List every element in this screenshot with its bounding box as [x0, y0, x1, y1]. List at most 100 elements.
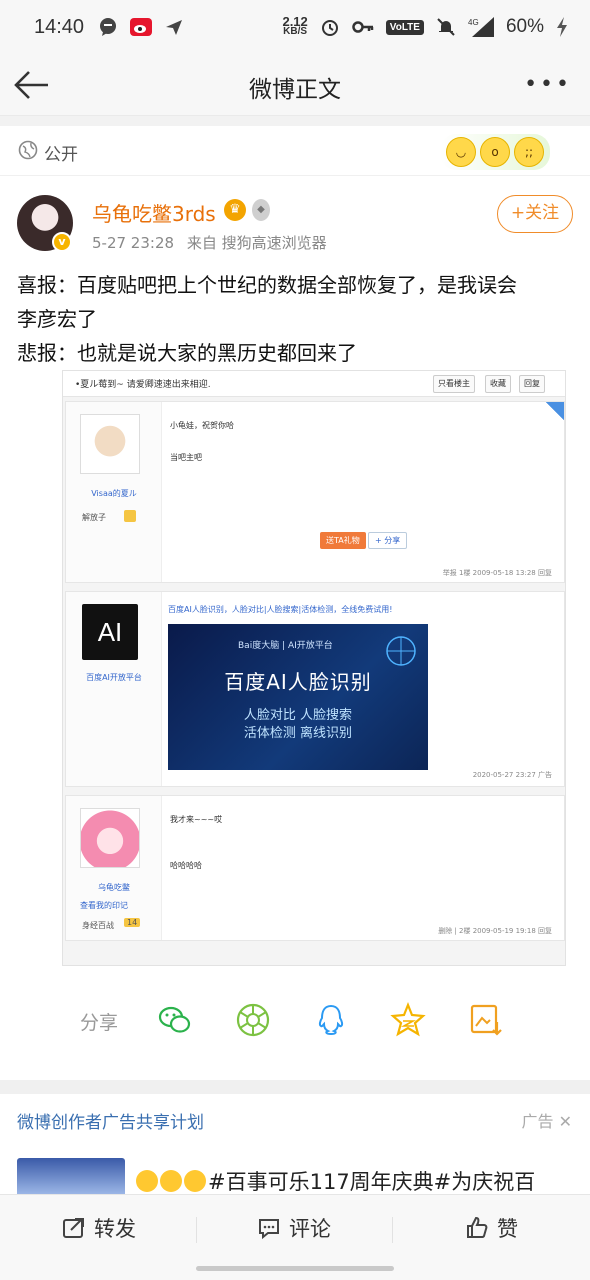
- follow-button[interactable]: +关注: [497, 195, 573, 233]
- author-name[interactable]: 乌龟吃鳖3rds: [92, 198, 216, 227]
- embed-user-rank: 身经百战: [82, 921, 114, 930]
- embed-ad-logo: Bai度大脑 | AI开放平台: [238, 641, 333, 651]
- net-speed: 2.12 KB/S: [282, 14, 308, 37]
- embed-post-text: 哈哈哈哈: [170, 861, 202, 870]
- embed-user-panel: AI 百度AI开放平台: [66, 592, 162, 786]
- embed-ad-banner: Bai度大脑 | AI开放平台 百度AI人脸识别 人脸对比 人脸搜索 活体检测 …: [168, 624, 428, 770]
- save-image-icon[interactable]: [468, 1002, 504, 1038]
- embed-thread-title: •夏ル莓到~ 请爱卿速速出来相迎.: [75, 380, 211, 390]
- embed-user-avatar: [80, 414, 140, 474]
- repost-button[interactable]: 转发: [62, 1213, 136, 1243]
- embed-gift-button: 送TA礼物: [320, 532, 366, 549]
- embed-floor-1: Visaa的夏ル 解放子 小龟娃，祝贺你哈 当吧主吧 送TA礼物 + 分享 举报…: [65, 401, 565, 583]
- signal-icon: 4G: [468, 17, 494, 37]
- verified-badge-icon: v: [52, 232, 72, 252]
- embed-post-text: 小龟娃，祝贺你哈: [170, 421, 234, 430]
- status-bar: 14:40 2.12 KB/S VoLTE 4G 60%: [0, 0, 590, 54]
- weibo-icon: [130, 18, 153, 36]
- embed-username: 百度AI开放平台: [86, 673, 142, 682]
- emoji-decoration: ◡ o ;;: [440, 134, 550, 170]
- embed-favorite-button: 收藏: [485, 375, 511, 393]
- share-row: 分享: [0, 990, 590, 1054]
- ad-tag-label: 广告: [521, 1112, 554, 1131]
- chat-bubble-icon: [100, 18, 117, 36]
- embed-only-op-button: 只看楼主: [433, 375, 475, 393]
- like-label: 赞: [497, 1217, 518, 1241]
- battery-level: 60%: [505, 16, 544, 37]
- comment-button[interactable]: 评论: [257, 1213, 331, 1243]
- page-title: 微博正文: [249, 77, 341, 103]
- ad-text[interactable]: #百事可乐117周年庆典#为庆祝百: [136, 1166, 535, 1196]
- ad-header: 微博创作者广告共享计划 广告 ✕: [0, 1094, 590, 1144]
- embed-user-rank: 解放子: [82, 513, 106, 522]
- home-indicator[interactable]: [196, 1266, 394, 1271]
- like-button[interactable]: 赞: [465, 1213, 518, 1243]
- close-icon[interactable]: ✕: [559, 1112, 572, 1131]
- embed-share-button: + 分享: [368, 532, 408, 549]
- embed-ad-subline: 活体检测 离线识别: [243, 726, 353, 741]
- alarm-icon: [321, 20, 338, 36]
- embed-user-panel: Visaa的夏ル 解放子: [66, 402, 162, 582]
- embed-username: Visaa的夏ル: [91, 489, 137, 498]
- wechat-icon[interactable]: [157, 1002, 193, 1038]
- visibility-label: 公开: [44, 145, 78, 165]
- comment-label: 评论: [289, 1217, 331, 1241]
- shocked-emoji-icon: [136, 1170, 158, 1192]
- embed-rank-icon: [124, 510, 136, 522]
- divider: [196, 1217, 197, 1243]
- visibility-row: 公开 ◡ o ;;: [0, 126, 590, 176]
- qq-icon[interactable]: [313, 1002, 349, 1038]
- ai-logo-icon: AI: [82, 604, 138, 660]
- notification-icons: [98, 17, 184, 37]
- shocked-emoji-icon: [184, 1170, 206, 1192]
- embed-user-level: 14: [124, 918, 141, 927]
- embed-user-note: 查看我的印记: [80, 901, 128, 910]
- shocked-emoji-icon: [160, 1170, 182, 1192]
- post-meta: 5-27 23:28 来自 搜狗高速浏览器: [92, 232, 335, 253]
- medal-icon: ◆: [252, 199, 270, 221]
- repost-icon: [63, 1218, 84, 1238]
- moments-icon[interactable]: [235, 1002, 271, 1038]
- embed-post-footer: 举报 1楼 2009-05-18 13:28 回复: [442, 569, 552, 577]
- post-image[interactable]: •夏ル莓到~ 请爱卿速速出来相迎. 只看楼主 收藏 回复 Visaa的夏ル 解放…: [62, 370, 566, 966]
- ad-text-content: #百事可乐117周年庆典#为庆祝百: [208, 1170, 536, 1194]
- embed-post-text: 我才来~~~哎: [170, 815, 223, 824]
- more-options-icon[interactable]: •••: [524, 72, 572, 97]
- comment-icon: [259, 1219, 279, 1240]
- nav-bar: 微博正文 •••: [0, 54, 590, 116]
- ad-thumbnail[interactable]: [17, 1158, 125, 1194]
- qzone-star-icon[interactable]: [390, 1002, 426, 1038]
- divider: [0, 116, 590, 126]
- post-source: 来自 搜狗高速浏览器: [186, 234, 327, 252]
- send-icon: [166, 20, 183, 35]
- embed-ad-title: 百度AI人脸识别: [224, 670, 372, 694]
- thumbs-up-icon: [467, 1216, 488, 1238]
- globe-graphic-icon: [386, 636, 416, 666]
- embed-post-text: 当吧主吧: [170, 453, 202, 462]
- status-time: 14:40: [34, 15, 85, 38]
- post-text: 喜报：百度贴吧把上个世纪的数据全部恢复了，是我误会 李彦宏了 悲报：也就是说大家…: [17, 268, 577, 370]
- embed-floor-2: 乌龟吃鳖 查看我的印记 身经百战 14 我才来~~~哎 哈哈哈哈 删除 | 2楼…: [65, 795, 565, 941]
- embed-reply-button: 回复: [519, 375, 545, 393]
- post-text-line: 李彦宏了: [17, 307, 97, 331]
- surprised-emoji-icon: o: [480, 137, 510, 167]
- embed-ad-headline: 百度AI人脸识别，人脸对比|人脸搜索|活体检测，全线免费试用!: [168, 605, 393, 614]
- crown-icon: ♛: [224, 199, 246, 221]
- smile-emoji-icon: ◡: [446, 137, 476, 167]
- post-text-line: 喜报：百度贴吧把上个世纪的数据全部恢复了，是我误会: [17, 273, 517, 297]
- volte-badge: VoLTE: [385, 19, 424, 35]
- post-date: 5-27 23:28: [92, 234, 175, 252]
- post-text-line: 悲报：也就是说大家的黑历史都回来了: [17, 341, 357, 365]
- embed-user-panel: 乌龟吃鳖 查看我的印记 身经百战 14: [66, 796, 162, 940]
- embed-user-avatar: [80, 808, 140, 868]
- repost-label: 转发: [94, 1217, 136, 1241]
- embed-corner-ribbon: [546, 402, 564, 420]
- key-icon: [352, 21, 374, 33]
- ad-program-link[interactable]: 微博创作者广告共享计划: [17, 1108, 204, 1133]
- embed-thread-header: •夏ル莓到~ 请爱卿速速出来相迎. 只看楼主 收藏 回复: [63, 371, 565, 397]
- crying-emoji-icon: ;;: [514, 137, 544, 167]
- ad-tag[interactable]: 广告 ✕: [521, 1108, 572, 1132]
- mute-icon: [437, 18, 455, 36]
- embed-post-footer: 2020-05-27 23:27 广告: [472, 771, 552, 779]
- charging-icon: [557, 17, 567, 37]
